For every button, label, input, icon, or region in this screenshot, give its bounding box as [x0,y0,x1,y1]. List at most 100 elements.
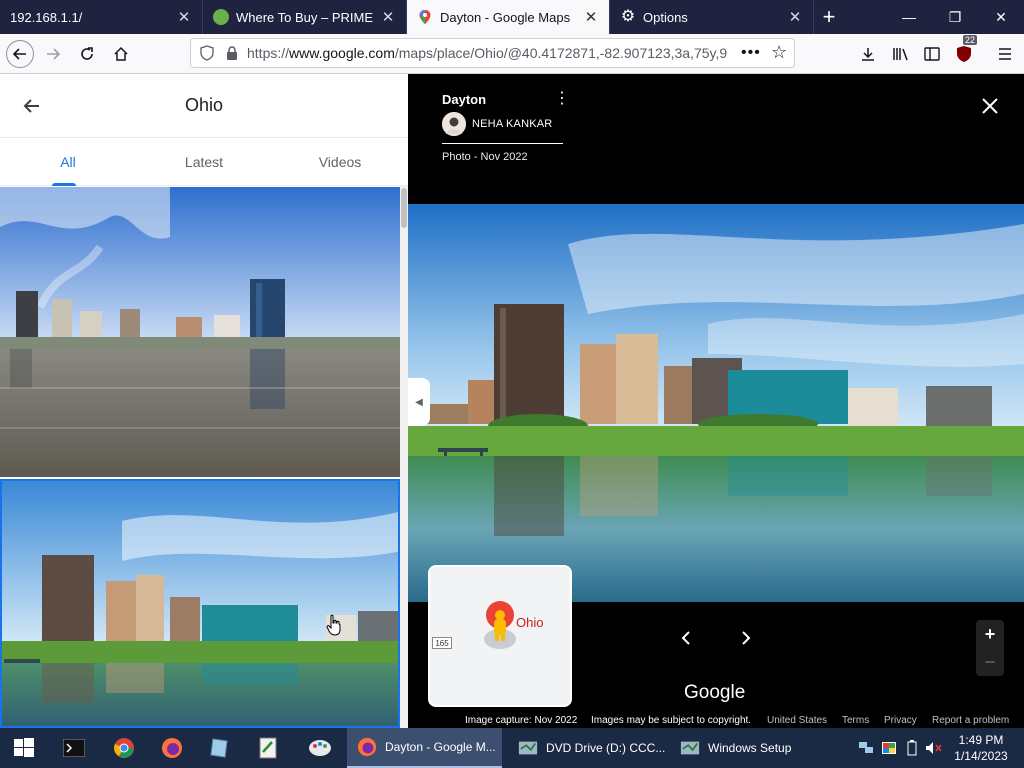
clock[interactable]: 1:49 PM 1/14/2023 [948,732,1014,764]
close-icon[interactable]: ✕ [583,9,599,26]
author-name[interactable]: NEHA KANKAR [472,118,552,130]
gear-icon: ⚙ [620,8,636,25]
download-icon [862,48,874,61]
footer-link-country[interactable]: United States [767,715,827,726]
task-label: DVD Drive (D:) CCC... [546,741,665,755]
tab-latest[interactable]: Latest [136,138,272,185]
tab-strip: 192.168.1.1/ ✕ Where To Buy – PRIME ✕ Da… [0,0,1024,34]
editor-pin[interactable] [250,732,286,764]
scrollbar-thumb[interactable] [401,188,407,228]
footer-link-report[interactable]: Report a problem [932,715,1009,726]
photo-thumbnail-dayton[interactable] [0,479,400,728]
kebab-icon[interactable]: ⋮ [554,91,570,114]
drive-icon [518,741,538,755]
tab-videos[interactable]: Videos [272,138,408,185]
taskbar: Dayton - Google M... DVD Drive (D:) CCC.… [0,728,1024,768]
task-label: Windows Setup [708,741,792,755]
window-close-button[interactable]: ✕ [978,0,1024,34]
photo-thumbnail-toledo[interactable] [0,187,400,477]
more-icon[interactable]: ••• [741,44,761,62]
collapse-panel-button[interactable]: ◀ [408,378,430,426]
sidebar-icon [924,47,940,61]
skyline-photo [0,187,400,477]
footer-link-terms[interactable]: Terms [842,715,869,726]
forward-button[interactable] [38,39,68,69]
paint-pin[interactable] [302,732,338,764]
close-icon[interactable]: ✕ [380,9,396,26]
tab-options[interactable]: ⚙ Options ✕ [610,0,814,34]
url-text[interactable]: https://www.google.com/maps/place/Ohio/@… [247,45,732,61]
firefox-icon [357,737,377,757]
close-icon[interactable]: ✕ [176,9,192,26]
zoom-in-icon[interactable]: + [976,620,1004,648]
task-firefox-maps[interactable]: Dayton - Google M... [347,728,502,768]
back-button[interactable] [6,39,34,68]
close-icon[interactable]: ✕ [787,9,803,26]
star-icon[interactable]: ☆ [771,42,787,63]
minimap[interactable]: 165 Ohio [428,565,572,707]
chevron-left-icon: ◀ [415,396,423,408]
place-name[interactable]: Dayton [442,92,563,107]
terminal-pin[interactable] [56,732,92,764]
lock-icon[interactable] [225,45,239,61]
reload-icon [81,46,93,60]
sidebar-button[interactable] [919,41,945,67]
network-icon[interactable] [856,728,876,768]
avatar-icon [442,112,466,136]
url-prefix: https:// [247,45,290,61]
editor-icon [259,737,277,759]
shield-icon[interactable] [199,45,215,61]
battery-icon[interactable] [902,728,922,768]
navigation-toolbar: https://www.google.com/maps/place/Ohio/@… [0,34,1024,74]
photo-panel: Ohio All Latest Videos [0,74,408,728]
close-icon [982,98,998,114]
chrome-pin[interactable] [106,732,142,764]
address-bar[interactable]: https://www.google.com/maps/place/Ohio/@… [190,38,795,68]
library-button[interactable] [888,41,914,67]
tab-title: Options [643,9,688,25]
photo-attribution: Dayton NEHA KANKAR Photo - Nov 2022 [442,92,563,163]
ublock-button[interactable]: 22 [951,35,978,67]
footer-link-privacy[interactable]: Privacy [884,715,917,726]
tab-title: 192.168.1.1/ [10,9,83,25]
zoom-out-icon[interactable]: − [976,648,1004,676]
google-logo: Google [684,682,746,703]
notepad-icon [210,738,228,758]
tab-google-maps[interactable]: Dayton - Google Maps ✕ [407,0,610,34]
photo-tabs: All Latest Videos [0,138,408,186]
color-icon[interactable] [879,728,899,768]
volume-muted-icon[interactable] [924,728,944,768]
url-domain: www.google.com [289,45,395,61]
next-photo-button[interactable] [734,626,758,650]
menu-button[interactable] [992,41,1018,67]
main-photo[interactable] [408,204,1024,602]
home-button[interactable] [106,39,136,69]
panel-scrollbar[interactable] [400,186,408,728]
author-row[interactable]: NEHA KANKAR [442,112,563,136]
clock-time: 1:49 PM [958,733,1004,747]
divider [442,143,563,144]
restore-button[interactable]: ❐ [932,0,978,34]
firefox-pin[interactable] [154,732,190,764]
tab-prime[interactable]: Where To Buy – PRIME ✕ [203,0,407,34]
start-button[interactable] [6,732,42,764]
tab-title: Dayton - Google Maps [440,9,571,25]
task-windows-setup[interactable]: Windows Setup [670,728,825,768]
clock-date: 1/14/2023 [954,749,1008,763]
panel-back-button[interactable] [20,94,44,118]
new-tab-button[interactable]: + [814,0,844,34]
tab-router[interactable]: 192.168.1.1/ ✕ [0,0,203,34]
terminal-icon [63,739,85,757]
tab-all[interactable]: All [0,138,136,186]
dayton-photo [2,481,398,726]
avatar[interactable] [442,112,466,136]
minimize-button[interactable]: ― [886,0,932,34]
task-dvd-drive[interactable]: DVD Drive (D:) CCC... [508,728,665,768]
firefox-icon [162,738,182,758]
previous-photo-button[interactable] [674,626,698,650]
photo-viewer: Dayton NEHA KANKAR Photo - Nov 2022 ⋮ ◀ … [408,74,1024,728]
reload-button[interactable] [72,39,102,69]
downloads-button[interactable] [855,41,881,67]
notepad-pin[interactable] [202,732,238,764]
close-viewer-button[interactable] [978,94,1002,118]
